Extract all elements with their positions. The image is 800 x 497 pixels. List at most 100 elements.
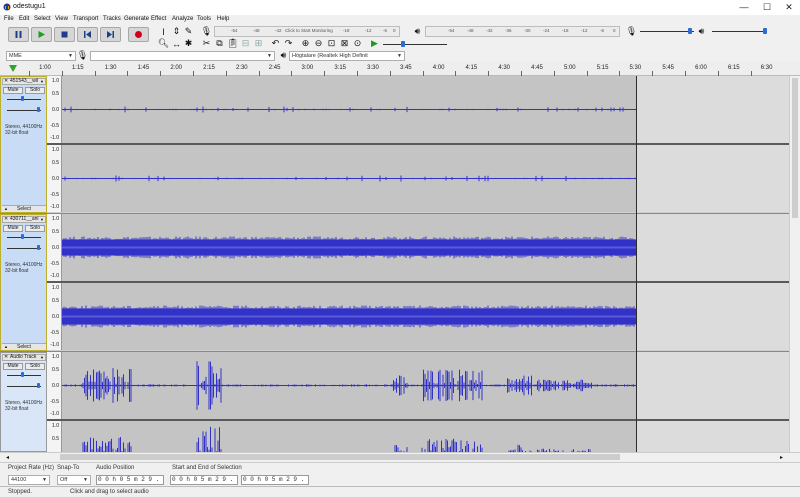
undo-icon[interactable]: ↶ <box>270 38 281 49</box>
redo-icon[interactable]: ↷ <box>283 38 294 49</box>
gain-slider-knob[interactable] <box>21 234 24 239</box>
menu-generate[interactable]: Generate <box>124 16 149 22</box>
empty-track-area[interactable] <box>636 76 789 143</box>
pan-slider-knob[interactable] <box>37 107 40 112</box>
time-shift-tool-icon[interactable]: ↔ <box>171 38 182 49</box>
trim-icon[interactable]: ⊟ <box>240 38 251 49</box>
waveform-channel[interactable] <box>62 421 636 452</box>
envelope-tool-icon[interactable]: ⇕ <box>171 26 182 37</box>
menu-select[interactable]: Select <box>34 16 51 22</box>
play-head[interactable] <box>636 76 637 452</box>
empty-track-area[interactable] <box>636 214 789 281</box>
record-volume-knob[interactable] <box>688 28 692 34</box>
selection-end-field[interactable]: 0 0 h 0 5 m 2 9 . 1 7 2 s <box>241 475 309 485</box>
cut-icon[interactable]: ✂ <box>201 38 212 49</box>
zoom-toggle-icon[interactable]: ⊙ <box>352 38 363 49</box>
audio-position-field[interactable]: 0 0 h 0 5 m 2 9 . 1 7 2 s <box>96 475 164 485</box>
vertical-scale[interactable]: 1.00.50.0-0.5-1.0 <box>47 283 62 350</box>
pan-slider-knob[interactable] <box>37 383 40 388</box>
skip-to-end-button[interactable] <box>100 27 121 42</box>
collapse-icon[interactable]: ▲ <box>4 206 8 212</box>
selection-start-field[interactable]: 0 0 h 0 5 m 2 9 . 1 7 2 s <box>170 475 238 485</box>
pause-button[interactable] <box>8 27 29 42</box>
audio-host-select[interactable]: MME ▼ <box>6 51 76 61</box>
record-button[interactable] <box>128 27 149 42</box>
gain-slider[interactable] <box>7 375 41 376</box>
fit-selection-icon[interactable]: ⊡ <box>326 38 337 49</box>
vertical-scale[interactable]: 1.00.50.0-0.5-1.0 <box>47 76 62 143</box>
pan-slider[interactable] <box>7 110 41 111</box>
playback-volume-slider[interactable] <box>712 31 767 32</box>
collapse-icon[interactable]: ▲ <box>4 344 8 350</box>
track-close-icon[interactable]: ✕ <box>4 217 8 222</box>
menu-transport[interactable]: Transport <box>73 16 98 22</box>
vertical-scale[interactable]: 1.00.50.0-0.5-1.0 <box>47 421 62 452</box>
menu-effect[interactable]: Effect <box>151 16 166 22</box>
vertical-scrollbar[interactable] <box>789 76 800 452</box>
tracks-panel[interactable]: ✕ 451543__wil ▼ Mute Solo Stereo, 44100Hz 32-b… <box>0 76 789 452</box>
play-button[interactable] <box>31 27 52 42</box>
play-speed-slider[interactable] <box>383 44 447 45</box>
empty-track-area[interactable] <box>636 421 789 452</box>
track-close-icon[interactable]: ✕ <box>4 355 8 360</box>
menu-tools[interactable]: Tools <box>197 16 211 22</box>
draw-tool-icon[interactable]: ✎ <box>183 26 194 37</box>
pan-slider-knob[interactable] <box>37 245 40 250</box>
zoom-in-icon[interactable]: ⊕ <box>300 38 311 49</box>
menu-edit[interactable]: Edit <box>19 16 29 22</box>
track-name-menu[interactable]: ✕ 451543__wil ▼ <box>2 78 46 85</box>
solo-button[interactable]: Solo <box>25 225 45 232</box>
waveform-channel[interactable] <box>61 145 636 212</box>
playback-volume-knob[interactable] <box>763 28 767 34</box>
close-button[interactable]: ✕ <box>778 0 800 15</box>
menu-tracks[interactable]: Tracks <box>103 16 121 22</box>
gain-slider-knob[interactable] <box>21 372 24 377</box>
paste-icon[interactable]: 📋︎ <box>227 38 238 49</box>
solo-button[interactable]: Solo <box>25 87 45 94</box>
zoom-tool-icon[interactable]: 🔍︎ <box>158 38 169 49</box>
menu-file[interactable]: File <box>4 16 14 22</box>
minimize-button[interactable]: — <box>733 0 755 15</box>
waveform-channel[interactable] <box>61 283 636 350</box>
vertical-scale[interactable]: 1.00.50.0-0.5-1.0 <box>47 145 62 212</box>
empty-track-area[interactable] <box>636 352 789 419</box>
pan-slider[interactable] <box>7 248 41 249</box>
mute-button[interactable]: Mute <box>3 87 23 94</box>
speaker-icon[interactable]: 🔊︎ <box>412 26 423 37</box>
project-rate-select[interactable]: 44100 ▼ <box>8 475 50 485</box>
record-volume-slider[interactable] <box>640 31 694 32</box>
menu-view[interactable]: View <box>55 16 68 22</box>
waveform-channel[interactable] <box>61 352 636 419</box>
timeline-ruler[interactable]: 1:00 1:15 1:30 1:45 2:00 2:15 2:30 2:45 3:00 3:15… <box>0 62 800 76</box>
stop-button[interactable] <box>54 27 75 42</box>
track-select-button[interactable]: ▲ Select <box>2 343 46 350</box>
waveform-channel[interactable] <box>61 76 636 143</box>
menu-analyze[interactable]: Analyze <box>172 16 193 22</box>
selection-tool-icon[interactable]: I <box>158 26 169 37</box>
playback-device-select[interactable]: Högtalare (Realtek High Definit ▼ <box>289 51 405 61</box>
silence-icon[interactable]: ⊞ <box>253 38 264 49</box>
menu-help[interactable]: Help <box>217 16 229 22</box>
gain-slider[interactable] <box>7 99 41 100</box>
zoom-out-icon[interactable]: ⊖ <box>313 38 324 49</box>
track-control-panel[interactable]: ✕ 430711__ani ▼ Mute Solo Stereo, 44100Hz 32-b… <box>0 214 47 351</box>
snap-to-select[interactable]: Off ▼ <box>57 475 91 485</box>
maximize-button[interactable]: ☐ <box>756 0 778 15</box>
track-name-menu[interactable]: ✕ Audio Track ▼ <box>2 354 46 361</box>
recording-device-select[interactable]: ▼ <box>90 51 275 61</box>
empty-track-area[interactable] <box>636 283 789 350</box>
pin-play-head-icon[interactable] <box>8 64 18 73</box>
track-close-icon[interactable]: ✕ <box>4 79 8 84</box>
solo-button[interactable]: Solo <box>25 363 45 370</box>
fit-project-icon[interactable]: ⊠ <box>339 38 350 49</box>
gain-slider-knob[interactable] <box>21 96 24 101</box>
track-control-panel[interactable]: ✕ Audio Track ▼ Mute Solo Stereo, 44100Hz 32-b… <box>0 352 47 452</box>
track-name-menu[interactable]: ✕ 430711__ani ▼ <box>2 216 46 223</box>
playback-meter[interactable]: -54 -48 -42 -36 -30 -24 -18 -12 -6 0 <box>425 26 620 37</box>
scroll-left-icon[interactable]: ◂ <box>6 454 15 461</box>
waveform-channel[interactable] <box>61 214 636 281</box>
skip-to-start-button[interactable] <box>77 27 98 42</box>
horizontal-scrollbar[interactable]: ◂ ▸ <box>0 452 800 462</box>
play-at-speed-icon[interactable]: ▶ <box>369 38 380 49</box>
play-speed-knob[interactable] <box>401 41 405 47</box>
